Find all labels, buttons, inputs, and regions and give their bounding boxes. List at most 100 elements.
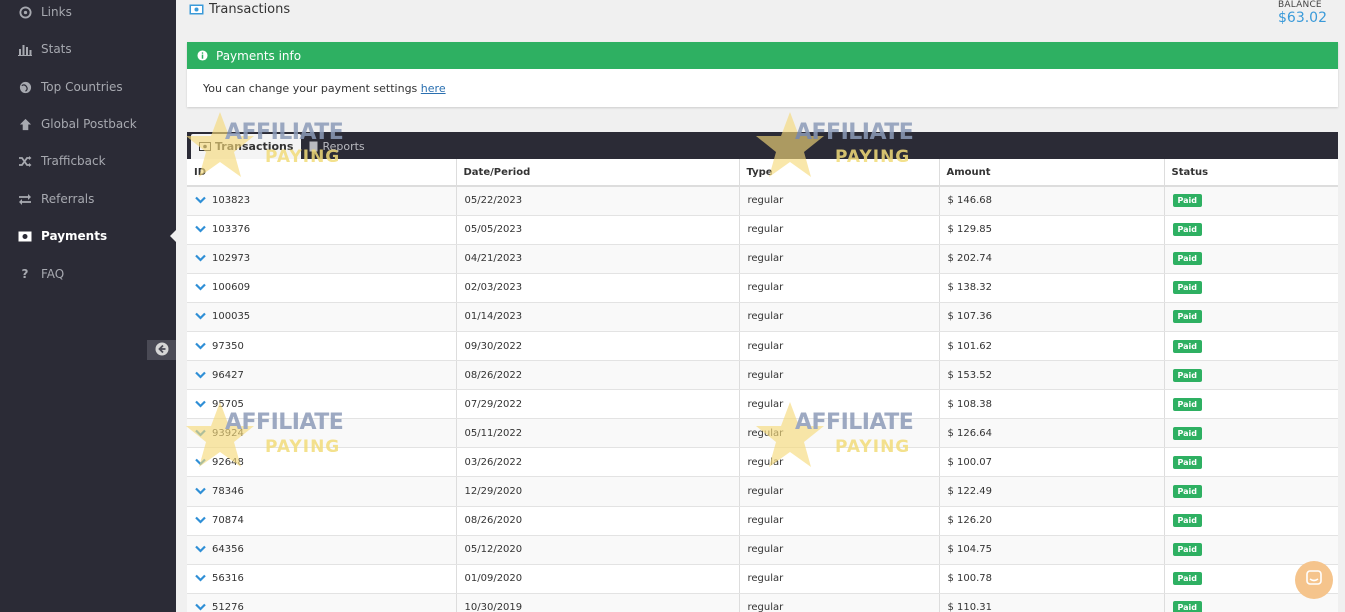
chevron-down-icon[interactable] [195,371,207,379]
cell-status: Paid [1164,360,1338,391]
sidebar-item-referrals[interactable]: Referrals [0,184,176,214]
chevron-down-icon[interactable] [195,225,207,233]
cell-id: 56316 [187,564,457,594]
table-row[interactable]: 97350 09/30/2022 regular $ 101.62 Paid [187,331,1338,362]
cell-id: 100609 [187,273,457,303]
cell-date: 12/29/2020 [456,476,740,507]
table-row[interactable]: 100035 01/14/2023 regular $ 107.36 Paid [187,302,1338,332]
chat-launcher-button[interactable] [1295,561,1333,599]
sidebar-collapse-button[interactable] [147,340,176,360]
status-badge: Paid [1172,397,1203,411]
table-row[interactable]: 56316 01/09/2020 regular $ 100.78 Paid [187,564,1338,594]
cell-date: 08/26/2022 [456,360,740,391]
chevron-down-icon[interactable] [195,254,207,262]
cell-id: 103823 [187,186,457,216]
chevron-down-icon[interactable] [195,342,207,350]
chevron-down-icon[interactable] [195,458,207,466]
sidebar-item-stats[interactable]: Stats [0,34,176,64]
payment-settings-link[interactable]: here [421,82,446,95]
cell-type: regular [739,273,940,303]
status-badge: Paid [1172,572,1203,586]
chevron-down-icon[interactable] [195,429,207,437]
sidebar-item-label: Referrals [41,192,95,206]
table-row[interactable]: 100609 02/03/2023 regular $ 138.32 Paid [187,273,1338,303]
status-badge: Paid [1172,194,1203,208]
transaction-id: 103823 [212,195,251,207]
table-row[interactable]: 64356 05/12/2020 regular $ 104.75 Paid [187,535,1338,565]
transaction-id: 100609 [212,282,251,294]
chevron-down-icon[interactable] [195,312,207,320]
chevron-down-icon[interactable] [195,545,207,553]
tab-transactions[interactable]: Transactions [191,134,302,159]
balance-label: BALANCE [1278,0,1322,10]
cell-date: 05/22/2023 [456,186,740,216]
cell-id: 102973 [187,244,457,274]
table-row[interactable]: 93924 05/11/2022 regular $ 126.64 Paid [187,418,1338,449]
tab-reports[interactable]: Reports [301,134,372,159]
cell-amount: $ 153.52 [939,360,1165,391]
balance: BALANCE $63.02 [1278,0,1327,26]
table-row[interactable]: 103823 05/22/2023 regular $ 146.68 Paid [187,186,1338,216]
cell-id: 103376 [187,215,457,245]
table-row[interactable]: 78346 12/29/2020 regular $ 122.49 Paid [187,476,1338,507]
table-row[interactable]: 92648 03/26/2022 regular $ 100.07 Paid [187,447,1338,478]
cell-amount: $ 126.20 [939,506,1165,536]
column-header-amount[interactable]: Amount [939,159,1165,187]
status-badge: Paid [1172,310,1203,324]
table-row[interactable]: 102973 04/21/2023 regular $ 202.74 Paid [187,244,1338,274]
cell-status: Paid [1164,476,1338,507]
cell-date: 05/11/2022 [456,418,740,449]
cell-id: 96427 [187,360,457,391]
cell-amount: $ 202.74 [939,244,1165,274]
table-row[interactable]: 103376 05/05/2023 regular $ 129.85 Paid [187,215,1338,245]
sidebar-item-label: FAQ [41,267,65,281]
sidebar-item-trafficback[interactable]: Trafficback [0,146,176,176]
transaction-id: 97350 [212,340,244,352]
arrow-up-icon [18,117,32,131]
table-row[interactable]: 95705 07/29/2022 regular $ 108.38 Paid [187,389,1338,420]
table-row[interactable]: 70874 08/26/2020 regular $ 126.20 Paid [187,506,1338,536]
table-row[interactable]: 96427 08/26/2022 regular $ 153.52 Paid [187,360,1338,391]
table-row[interactable]: 51276 10/30/2019 regular $ 110.31 Paid [187,593,1338,612]
cell-type: regular [739,186,940,216]
cell-id: 92648 [187,447,457,478]
chevron-down-icon[interactable] [195,487,207,495]
column-header-type[interactable]: Type [739,159,940,187]
link-icon [18,5,32,19]
chevron-down-icon[interactable] [195,400,207,408]
payments-info-panel: Payments info You can change your paymen… [187,42,1338,107]
sidebar-item-label: Links [41,5,72,19]
sidebar-item-global-postback[interactable]: Global Postback [0,109,176,139]
sidebar-item-faq[interactable]: ? FAQ [0,259,176,289]
status-badge: Paid [1172,368,1203,382]
payments-info-header: Payments info [187,42,1338,69]
chevron-down-icon[interactable] [195,603,207,611]
question-icon: ? [21,267,29,281]
column-header-status[interactable]: Status [1164,159,1338,187]
cell-status: Paid [1164,302,1338,332]
sidebar-item-label: Stats [41,42,72,56]
cell-date: 07/29/2022 [456,389,740,420]
money-icon [18,229,32,243]
chevron-down-icon[interactable] [195,516,207,524]
cell-status: Paid [1164,447,1338,478]
cell-status: Paid [1164,186,1338,216]
cell-date: 05/05/2023 [456,215,740,245]
cell-type: regular [739,564,940,594]
sidebar-item-top-countries[interactable]: Top Countries [0,72,176,102]
column-header-id[interactable]: ID [187,159,457,187]
payments-info-text: You can change your payment settings [203,82,421,95]
transactions-table: ID Date/Period Type Amount Status 103823… [187,159,1338,612]
payments-info-body: You can change your payment settings her… [187,69,1338,108]
sidebar-item-links[interactable]: Links [0,0,176,27]
status-badge: Paid [1172,426,1203,440]
sidebar-item-payments[interactable]: Payments [0,221,176,251]
cell-status: Paid [1164,215,1338,245]
chevron-down-icon[interactable] [195,574,207,582]
chevron-down-icon[interactable] [195,283,207,291]
column-header-date[interactable]: Date/Period [456,159,740,187]
transaction-id: 56316 [212,573,244,585]
chevron-down-icon[interactable] [195,196,207,204]
cell-type: regular [739,389,940,420]
status-badge: Paid [1172,601,1203,612]
